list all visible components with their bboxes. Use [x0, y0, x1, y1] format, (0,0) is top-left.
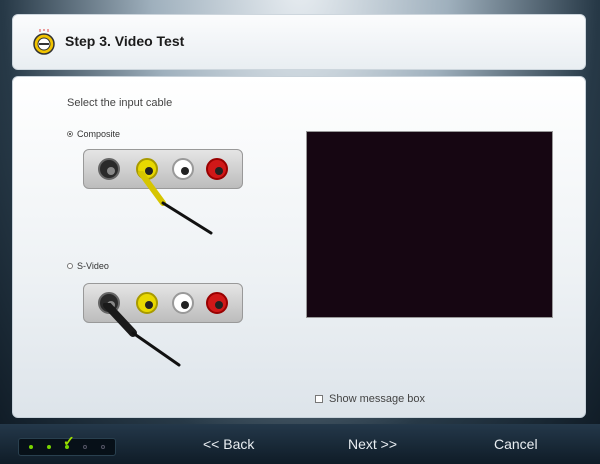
back-button[interactable]: << Back — [203, 436, 254, 452]
option-svideo[interactable]: S-Video — [67, 261, 109, 271]
composite-cable-icon — [138, 171, 213, 235]
svideo-label: S-Video — [77, 261, 109, 271]
svideo-cable-icon — [103, 303, 181, 367]
show-message-box-option[interactable]: Show message box — [315, 393, 425, 405]
step-dot-4 — [83, 445, 87, 449]
step-dot-1 — [29, 445, 33, 449]
show-message-box-label: Show message box — [329, 393, 425, 405]
svideo-radio[interactable] — [67, 263, 73, 269]
wizard-step-icon — [33, 29, 55, 55]
show-message-box-checkbox[interactable] — [315, 395, 323, 403]
step-progress-indicator: ✓ — [18, 433, 116, 456]
option-composite[interactable]: Composite — [67, 129, 120, 139]
wizard-header: Step 3. Video Test — [12, 14, 586, 70]
step-dot-2 — [47, 445, 51, 449]
composite-radio[interactable] — [67, 131, 73, 137]
video-preview — [306, 131, 553, 318]
step-dot-5 — [101, 445, 105, 449]
next-button[interactable]: Next >> — [348, 436, 397, 452]
content-panel: Select the input cable Composite S-Video… — [12, 76, 586, 418]
page-title: Step 3. Video Test — [65, 33, 185, 49]
wizard-footer: ✓ << Back Next >> Cancel — [0, 424, 600, 464]
svideo-jack-icon — [98, 158, 120, 180]
instruction-text: Select the input cable — [67, 97, 173, 109]
cancel-button[interactable]: Cancel — [494, 436, 538, 452]
current-step-check-icon: ✓ — [63, 433, 75, 449]
composite-label: Composite — [77, 129, 121, 139]
